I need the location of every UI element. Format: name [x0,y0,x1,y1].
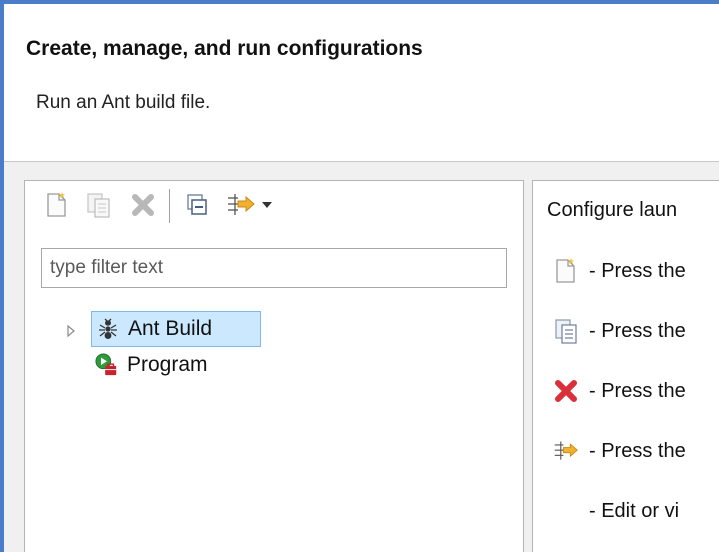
configuration-details-pane: Configure laun - Press the - Press the -… [532,180,719,552]
configuration-toolbar [25,181,523,227]
filter-button[interactable] [225,190,257,220]
collapse-all-button[interactable] [183,190,213,220]
ant-icon [96,317,120,341]
help-row-duplicate: - Press the [553,315,686,347]
help-row-edit: - Edit or vi [553,495,679,527]
filter-icon [228,194,255,215]
delete-icon [553,377,579,405]
dialog-description: Run an Ant build file. [36,92,211,113]
collapse-all-icon [187,194,207,215]
duplicate-icon [553,317,579,345]
new-config-icon [553,257,579,285]
details-heading: Configure laun [547,199,678,221]
filter-input[interactable] [41,248,507,288]
help-text: - Press the [589,379,686,402]
configuration-tree-pane: Ant Build Program [24,180,524,552]
help-row-delete: - Press the [553,375,686,407]
expand-chevron-icon[interactable] [65,323,77,339]
duplicate-button[interactable] [83,190,115,220]
tree-item-label: Ant Build [128,317,213,340]
tree-item-label: Program [127,353,208,376]
dialog-header: Create, manage, and run configurations R… [4,4,719,161]
dialog-body: Ant Build Program Configure laun [4,162,719,552]
help-text: - Press the [589,319,686,342]
program-icon [95,353,119,377]
help-row-new: - Press the [553,255,686,287]
new-config-icon [47,192,66,217]
help-text: - Edit or vi [589,499,680,522]
delete-button[interactable] [127,190,159,220]
new-configuration-button[interactable] [43,190,71,220]
help-text: - Press the [589,439,686,462]
launch-configurations-dialog: Create, manage, and run configurations R… [0,0,719,552]
dialog-title: Create, manage, and run configurations [26,37,423,60]
help-row-filter: - Press the [553,435,686,467]
tree-item-program[interactable]: Program [91,347,291,383]
delete-icon [132,194,154,216]
dropdown-arrow-icon [262,202,272,208]
view-menu-button[interactable] [259,190,275,220]
toolbar-separator [169,189,170,223]
tree-item-ant-build[interactable]: Ant Build [91,311,261,347]
filter-icon [553,437,579,465]
help-text: - Press the [589,259,686,282]
duplicate-icon [87,193,110,218]
